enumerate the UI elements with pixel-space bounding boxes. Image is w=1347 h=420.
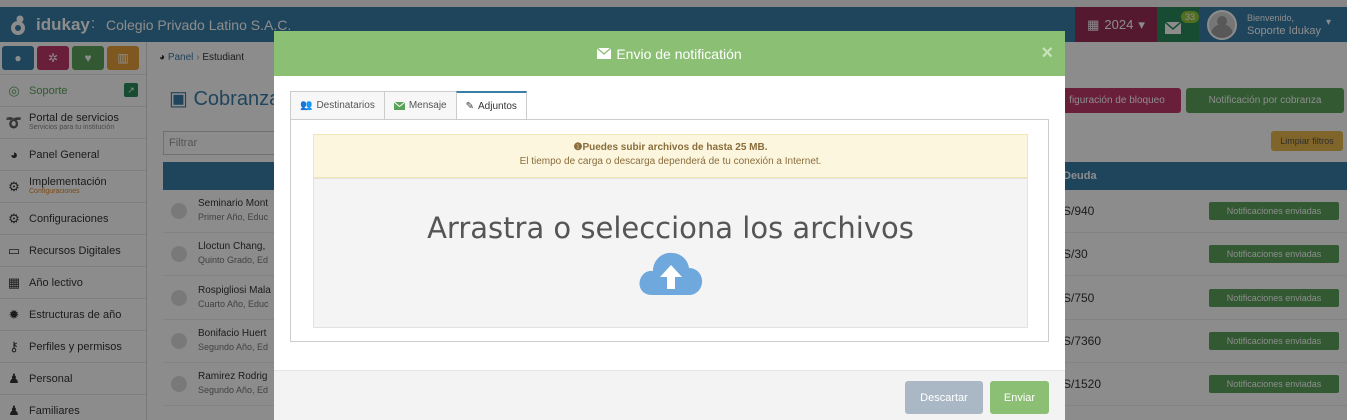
paperclip-icon: ✎ (465, 101, 475, 112)
attachments-panel: ❶Puedes subir archivos de hasta 25 MB. E… (290, 119, 1049, 342)
dropzone-text: Arrastra o selecciona los archivos (427, 211, 914, 245)
users-icon: 👥 (300, 100, 313, 111)
discard-button[interactable]: Descartar (905, 381, 983, 414)
tab-label: Adjuntos (478, 101, 517, 112)
cloud-upload-icon (639, 252, 703, 295)
tab-mensaje[interactable]: Mensaje (383, 91, 457, 119)
send-button[interactable]: Enviar (990, 381, 1049, 414)
modal-tabs: 👥 Destinatarios Mensaje ✎ Adjuntos (290, 91, 527, 120)
modal-title: Envio de notificatión (616, 45, 742, 62)
envelope-icon (597, 48, 612, 59)
alert-line-size: Puedes subir archivos de hasta 25 MB. (582, 142, 768, 153)
modal-footer: Descartar Enviar (274, 370, 1065, 420)
file-dropzone[interactable]: Arrastra o selecciona los archivos (313, 178, 1028, 328)
alert-line-connection: El tiempo de carga o descarga dependerá … (519, 156, 822, 167)
close-icon[interactable]: × (1041, 43, 1053, 63)
tab-label: Mensaje (408, 100, 447, 111)
tab-label: Destinatarios (316, 100, 375, 111)
envelope-icon (393, 101, 405, 110)
modal-header: Envio de notificatión × (274, 31, 1065, 76)
tab-destinatarios[interactable]: 👥 Destinatarios (290, 91, 385, 119)
tab-adjuntos[interactable]: ✎ Adjuntos (455, 91, 527, 120)
notification-modal: Envio de notificatión × 👥 Destinatarios … (274, 31, 1065, 420)
upload-info-alert: ❶Puedes subir archivos de hasta 25 MB. E… (313, 134, 1028, 178)
